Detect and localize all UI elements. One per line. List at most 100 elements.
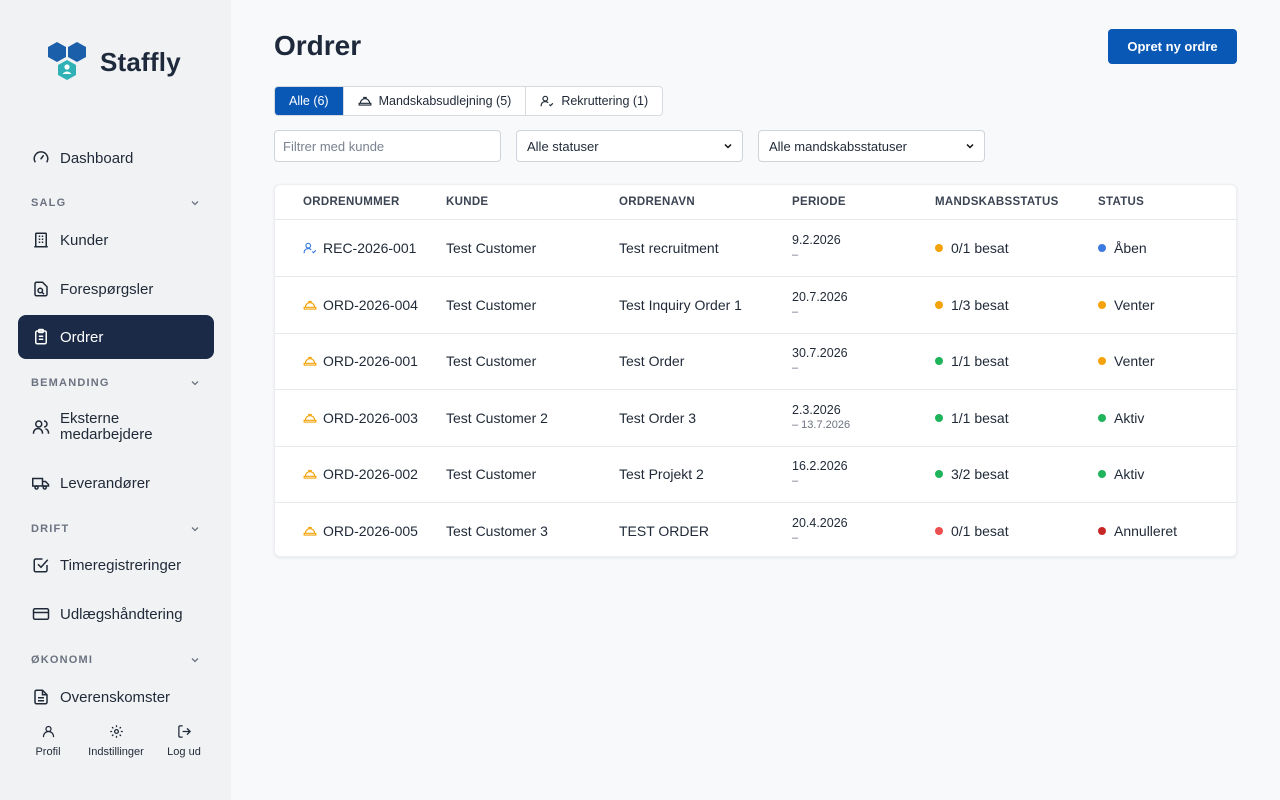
building-icon [32,231,50,249]
col-header-order-name[interactable]: ORDRENAVN [619,196,695,208]
hard-hat-icon [303,526,317,536]
period-end: – [792,532,799,544]
tab-staffing[interactable]: Mandskabsudlejning (5) [344,87,527,115]
status-text: Venter [1114,296,1155,313]
crew-status-dot [935,470,943,479]
period-start: 2.3.2026 [792,402,841,417]
settings-button[interactable]: Indstillinger [86,724,146,758]
period-end: – [792,362,799,375]
settings-label: Indstillinger [88,746,144,758]
order-number: ORD-2026-004 [323,296,418,313]
create-order-button[interactable]: Opret ny ordre [1108,29,1237,64]
status-text: Annulleret [1114,523,1178,539]
profile-button[interactable]: Profil [18,724,78,758]
users-icon [32,418,50,436]
logo[interactable]: Staffly [46,40,181,84]
file-text-icon [32,688,50,706]
table-row[interactable]: ORD-2026-003 Test Customer 2 Test Order 3 2… [275,390,1236,447]
user-check-icon [303,242,317,254]
section-drift[interactable]: DRIFT [31,523,201,535]
status-dot [1098,357,1106,366]
order-type-tabs: Alle (6) Mandskabsudlejning (5) Rekrutte… [274,86,664,116]
order-number: ORD-2026-003 [323,409,418,426]
chevron-down-icon [191,381,199,386]
crew-status-select[interactable]: Alle mandskabsstatuser [758,130,985,162]
status-dot [1098,527,1106,535]
status-cell: Aktiv [1098,466,1144,482]
customer-filter-input[interactable] [274,130,501,162]
sidebar-item-overenskomster[interactable]: Overenskomster [18,675,214,719]
tab-all[interactable]: Alle (6) [275,87,344,115]
period-start: 30.7.2026 [792,346,848,361]
logout-button[interactable]: Log ud [154,724,214,758]
hard-hat-icon [358,96,372,106]
hard-hat-icon [303,470,317,480]
sidebar-item-label: Dashboard [60,149,134,167]
section-salg[interactable]: SALG [31,197,201,209]
period-cell: 30.7.2026– [792,346,848,374]
sidebar-item-udlaegshaandtering[interactable]: Udlægshåndtering [18,592,214,636]
order-number-cell[interactable]: ORD-2026-005 [303,523,418,539]
status-text: Åben [1114,240,1147,256]
status-cell: Aktiv [1098,410,1144,426]
customer-cell: Test Customer [446,296,537,313]
col-header-crew-status[interactable]: MANDSKABSSTATUS [935,196,1059,208]
crew-status-dot [935,244,943,252]
table-row[interactable]: ORD-2026-001 Test Customer Test Order 30.7.… [275,333,1236,391]
sidebar-item-kunder[interactable]: Kunder [18,218,214,262]
table-row[interactable]: REC-2026-001 Test Customer Test recruitmen… [275,220,1236,277]
customer-cell: Test Customer 3 [446,523,548,539]
table-row[interactable]: ORD-2026-005 Test Customer 3 TEST ORDER 20.… [275,503,1236,560]
sidebar-footer: Profil Indstillinger Log ud [18,724,214,758]
crew-status-text: 1/1 besat [951,353,1009,370]
table-row[interactable]: ORD-2026-002 Test Customer Test Projekt 2 1… [275,446,1236,504]
credit-card-icon [32,605,50,623]
period-start: 20.4.2026 [792,516,848,530]
sidebar-item-foresporgsler[interactable]: Forespørgsler [18,267,214,311]
sidebar-item-leverandorer[interactable]: Leverandører [18,461,214,505]
crew-status-text: 3/2 besat [951,466,1009,483]
logout-label: Log ud [167,746,201,758]
status-select[interactable]: Alle statuser [516,130,743,162]
period-cell: 16.2.2026– [792,459,848,487]
status-dot [1098,244,1106,252]
order-number-cell[interactable]: REC-2026-001 [303,240,416,256]
crew-status-dot [935,300,943,309]
status-cell: Åben [1098,240,1147,256]
col-header-customer[interactable]: KUNDE [446,196,488,208]
customer-cell: Test Customer [446,240,537,256]
order-number-cell[interactable]: ORD-2026-003 [303,410,418,426]
sidebar-item-label: Eksterne medarbejdere [60,411,153,443]
customer-cell: Test Customer [446,466,537,483]
section-okonomi[interactable]: ØKONOMI [31,654,201,666]
table-row[interactable]: ORD-2026-004 Test Customer Test Inquiry Or… [275,277,1236,334]
crew-status-dot [935,357,943,366]
section-bemanding[interactable]: BEMANDING [31,377,201,389]
sidebar-item-eksterne-medarbejdere[interactable]: Eksterne medarbejdere [18,401,214,453]
col-header-period[interactable]: PERIODE [792,196,846,208]
status-dot [1098,470,1106,479]
col-header-order-number[interactable]: ORDRENUMMER [303,196,400,208]
sidebar-item-dashboard[interactable]: Dashboard [18,136,214,180]
hard-hat-icon [303,300,317,310]
order-name-cell: TEST ORDER [619,523,709,539]
sidebar-item-label: Overenskomster [60,688,171,706]
order-name-cell: Test Inquiry Order 1 [619,296,742,313]
period-end: – [792,249,799,261]
order-number-cell[interactable]: ORD-2026-002 [303,466,418,482]
order-number-cell[interactable]: ORD-2026-004 [303,297,418,313]
chevron-down-icon [191,201,199,206]
col-header-status[interactable]: STATUS [1098,196,1144,208]
sidebar-item-timeregistreringer[interactable]: Timeregistreringer [18,543,214,587]
clipboard-icon [32,328,50,346]
order-number-cell[interactable]: ORD-2026-001 [303,353,418,369]
section-label: SALG [31,197,67,209]
sidebar-item-label: Forespørgsler [60,280,154,298]
customer-cell: Test Customer 2 [446,409,548,426]
crew-status-text: 0/1 besat [951,523,1009,539]
page-title: Ordrer [274,30,362,61]
order-number: ORD-2026-005 [323,523,418,539]
sidebar-item-ordrer[interactable]: Ordrer [18,315,214,359]
gauge-icon [32,149,50,167]
tab-recruitment[interactable]: Rekruttering (1) [526,87,662,115]
